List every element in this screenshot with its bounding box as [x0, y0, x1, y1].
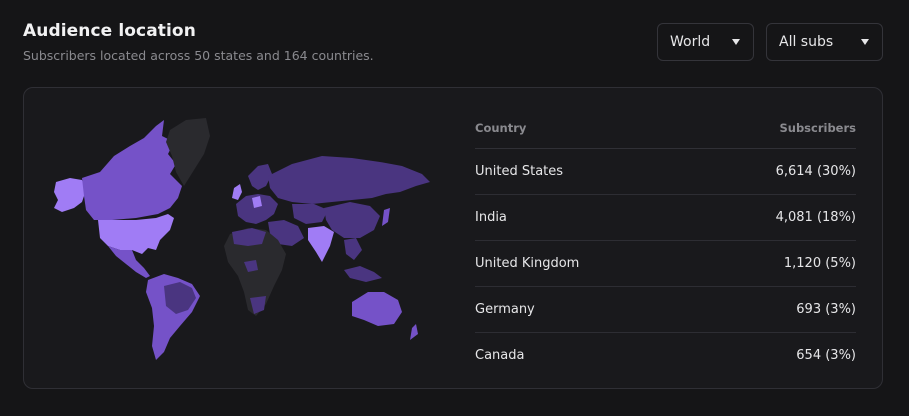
- map-region-greenland[interactable]: [166, 118, 210, 186]
- row-country: United Kingdom: [475, 256, 580, 271]
- map-region-southeast-asia[interactable]: [344, 238, 362, 260]
- row-subscribers: 6,614 (30%): [775, 164, 856, 179]
- audience-location-card: Country Subscribers United States 6,614 …: [23, 87, 883, 389]
- table-row[interactable]: India 4,081 (18%): [475, 195, 856, 241]
- subscriber-filter-label: All subs: [779, 34, 834, 50]
- country-table: Country Subscribers United States 6,614 …: [475, 108, 856, 378]
- table-row[interactable]: Canada 654 (3%): [475, 333, 856, 378]
- row-country: Germany: [475, 302, 535, 317]
- world-map: [54, 118, 430, 360]
- row-country: United States: [475, 164, 564, 179]
- table-row[interactable]: United States 6,614 (30%): [475, 149, 856, 195]
- row-subscribers: 693 (3%): [796, 302, 856, 317]
- map-region-japan[interactable]: [382, 208, 390, 226]
- map-region-north-africa[interactable]: [232, 228, 266, 246]
- map-region-central-asia[interactable]: [292, 204, 328, 224]
- table-row[interactable]: United Kingdom 1,120 (5%): [475, 241, 856, 287]
- column-header-country[interactable]: Country: [475, 121, 526, 135]
- row-subscribers: 4,081 (18%): [775, 210, 856, 225]
- row-subscribers: 654 (3%): [796, 348, 856, 363]
- table-header: Country Subscribers: [475, 108, 856, 149]
- row-subscribers: 1,120 (5%): [783, 256, 856, 271]
- row-country: Canada: [475, 348, 525, 363]
- map-region-russia[interactable]: [268, 156, 430, 204]
- region-select-label: World: [670, 34, 711, 50]
- map-region-australia[interactable]: [352, 292, 402, 326]
- map-region-united-states[interactable]: [98, 214, 174, 254]
- page-subtitle: Subscribers located across 50 states and…: [23, 48, 374, 63]
- map-region-alaska[interactable]: [54, 178, 86, 212]
- region-select[interactable]: World: [657, 23, 754, 61]
- map-region-new-zealand[interactable]: [410, 324, 418, 340]
- column-header-subscribers[interactable]: Subscribers: [779, 121, 856, 135]
- row-country: India: [475, 210, 507, 225]
- chevron-down-icon: [732, 39, 740, 45]
- map-region-canada[interactable]: [82, 120, 182, 220]
- subscriber-filter-select[interactable]: All subs: [766, 23, 883, 61]
- chevron-down-icon: [861, 39, 869, 45]
- map-region-indonesia[interactable]: [344, 266, 382, 282]
- table-row[interactable]: Germany 693 (3%): [475, 287, 856, 333]
- map-region-united-kingdom[interactable]: [232, 184, 242, 200]
- map-region-india[interactable]: [308, 226, 334, 262]
- page-title: Audience location: [23, 21, 196, 41]
